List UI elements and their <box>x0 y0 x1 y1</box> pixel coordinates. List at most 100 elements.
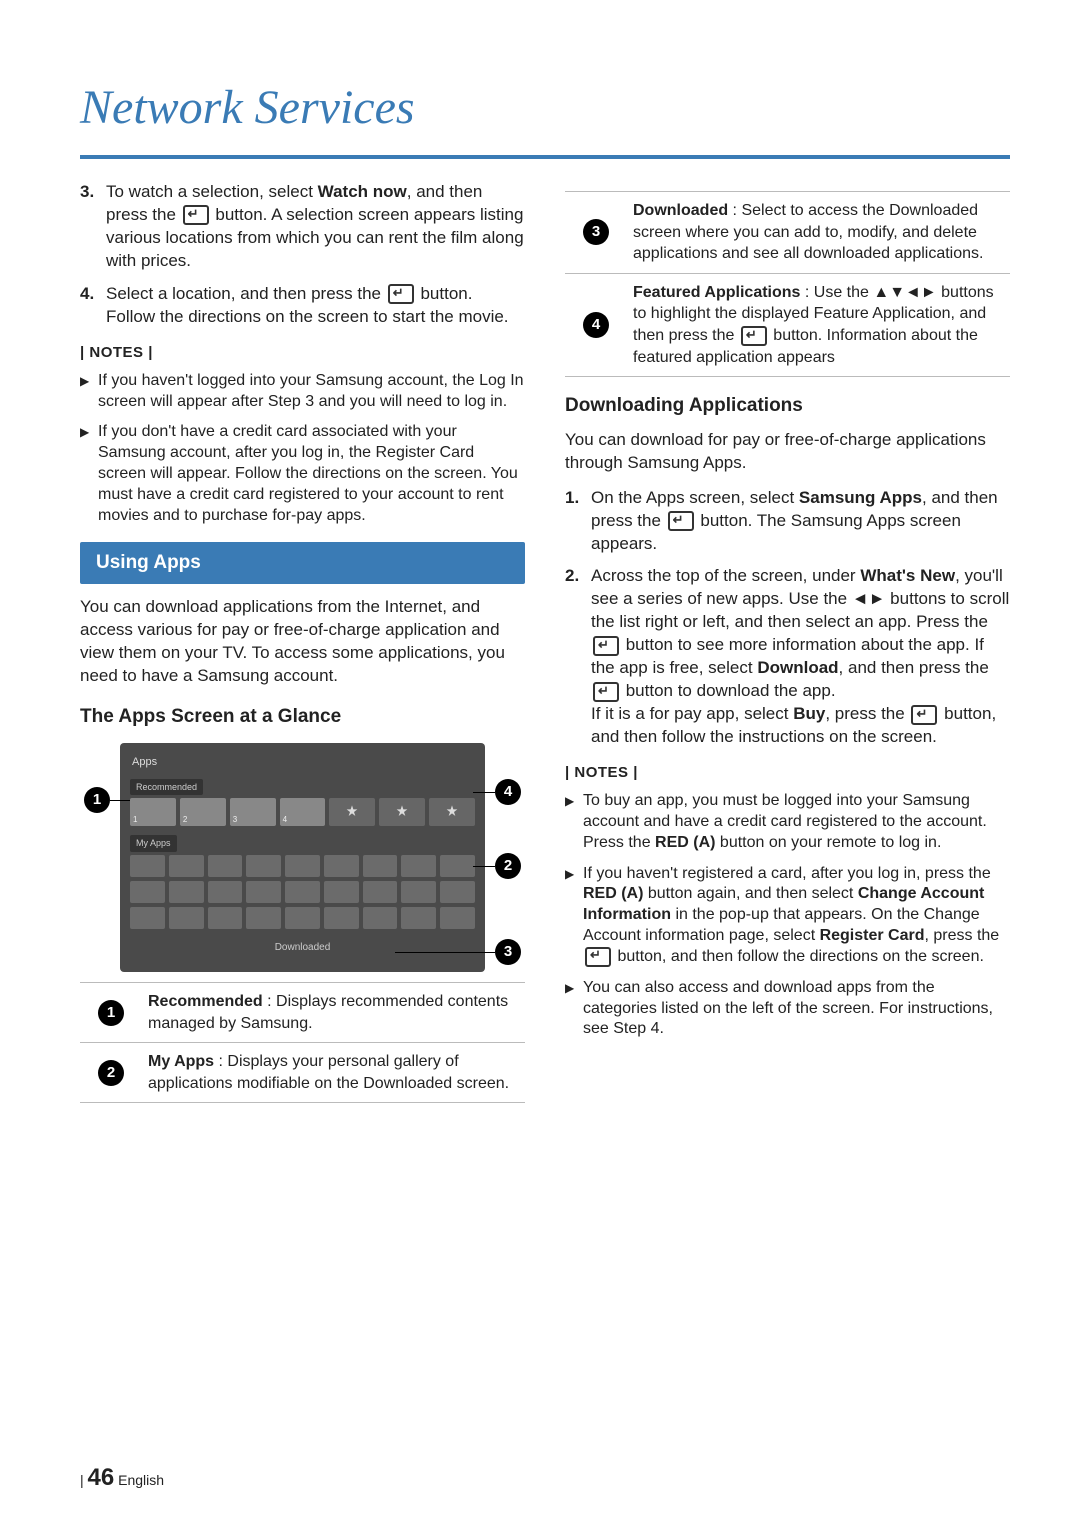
text-bold: Download <box>757 658 838 677</box>
table-row: 2 My Apps : Displays your personal galle… <box>80 1043 525 1103</box>
app-tile <box>324 881 359 903</box>
app-tile <box>169 881 204 903</box>
rec-tile <box>230 798 276 826</box>
callout-num-1: 1 <box>98 1000 124 1026</box>
scr-myapps-pill: My Apps <box>130 835 177 851</box>
left-column: 3. To watch a selection, select Watch no… <box>80 181 525 1103</box>
text: , press the <box>825 704 909 723</box>
note-item: ▶ If you haven't logged into your Samsun… <box>80 371 525 413</box>
leader-line <box>110 800 130 801</box>
callout-table-left: 1 Recommended : Displays recommended con… <box>80 982 525 1103</box>
enter-icon <box>668 511 694 531</box>
note-item: ▶ You can also access and download apps … <box>565 978 1010 1040</box>
note-text: If you haven't logged into your Samsung … <box>98 371 525 413</box>
notes-heading: | NOTES | <box>80 343 525 363</box>
myapps-row <box>130 881 475 903</box>
enter-icon <box>183 205 209 225</box>
enter-icon <box>388 284 414 304</box>
text: If you haven't registered a card, after … <box>583 865 991 882</box>
using-apps-body: You can download applications from the I… <box>80 596 525 688</box>
note-item: ▶ If you haven't registered a card, afte… <box>565 864 1010 968</box>
text-bold: Buy <box>793 704 825 723</box>
footer-lang: English <box>118 1472 164 1488</box>
caret-right-icon: ▶ <box>565 791 583 853</box>
text: , and then press the <box>839 658 989 677</box>
callout-label: Recommended <box>148 993 263 1010</box>
text-bold: Watch now <box>318 182 407 201</box>
apps-screen-figure: Apps Recommended My Apps <box>80 743 525 972</box>
text-bold: What's New <box>860 566 955 585</box>
apps-screen-mock: Apps Recommended My Apps <box>120 743 485 972</box>
app-tile <box>246 855 281 877</box>
featured-tile <box>379 798 425 826</box>
caret-right-icon: ▶ <box>80 422 98 526</box>
downloading-heading: Downloading Applications <box>565 393 1010 419</box>
text: button to download the app. <box>621 681 836 700</box>
enter-icon <box>593 636 619 656</box>
enter-icon <box>741 326 767 346</box>
myapps-row <box>130 907 475 929</box>
app-tile <box>246 907 281 929</box>
text: On the Apps screen, select <box>591 488 799 507</box>
app-tile <box>440 881 475 903</box>
text: If it is a for pay app, select <box>591 704 793 723</box>
right-column: 3 Downloaded : Select to access the Down… <box>565 181 1010 1103</box>
manual-page: Network Services 3. To watch a selection… <box>0 0 1080 1532</box>
note-item: ▶ To buy an app, you must be logged into… <box>565 791 1010 853</box>
caret-right-icon: ▶ <box>80 371 98 413</box>
glance-heading: The Apps Screen at a Glance <box>80 704 525 730</box>
note-text: If you haven't registered a card, after … <box>583 864 1010 968</box>
note-text: To buy an app, you must be logged into y… <box>583 791 1010 853</box>
app-tile <box>130 881 165 903</box>
app-tile <box>169 907 204 929</box>
callout-num-3: 3 <box>583 219 609 245</box>
note-text: If you don't have a credit card associat… <box>98 422 525 526</box>
page-number: 46 <box>88 1464 115 1491</box>
callout-pin-3: 3 <box>495 939 521 965</box>
rec-tile <box>180 798 226 826</box>
step-3: 3. To watch a selection, select Watch no… <box>80 181 525 273</box>
app-tile <box>130 855 165 877</box>
text: button on your remote to log in. <box>715 834 941 851</box>
dl-step-2: 2. Across the top of the screen, under W… <box>565 565 1010 749</box>
callout-num-4: 4 <box>583 312 609 338</box>
featured-tile <box>429 798 475 826</box>
text-bold: RED (A) <box>655 834 715 851</box>
app-tile <box>401 855 436 877</box>
text-bold: RED (A) <box>583 885 643 902</box>
callout-pin-2: 2 <box>495 853 521 879</box>
leader-line <box>473 792 495 793</box>
table-row: 3 Downloaded : Select to access the Down… <box>565 192 1010 274</box>
text: button, and then follow the directions o… <box>613 948 984 965</box>
text: Across the top of the screen, under <box>591 566 860 585</box>
app-tile <box>285 855 320 877</box>
callout-num-2: 2 <box>98 1060 124 1086</box>
app-tile <box>363 855 398 877</box>
myapps-row <box>130 855 475 877</box>
dl-step-1: 1. On the Apps screen, select Samsung Ap… <box>565 487 1010 556</box>
text: button again, and then select <box>643 885 857 902</box>
page-footer: | 46 English <box>80 1464 164 1492</box>
app-tile <box>324 907 359 929</box>
callout-label: My Apps <box>148 1053 214 1070</box>
app-tile <box>208 881 243 903</box>
enter-icon <box>911 705 937 725</box>
recommended-row <box>130 798 475 826</box>
app-tile <box>130 907 165 929</box>
app-tile <box>440 855 475 877</box>
callout-table-right: 3 Downloaded : Select to access the Down… <box>565 191 1010 377</box>
accent-rule <box>80 155 1010 159</box>
using-apps-heading: Using Apps <box>80 542 525 584</box>
rec-tile <box>130 798 176 826</box>
scr-title: Apps <box>132 755 475 770</box>
app-tile <box>363 907 398 929</box>
app-tile <box>401 907 436 929</box>
featured-tile <box>329 798 375 826</box>
app-tile <box>285 881 320 903</box>
app-tile <box>285 907 320 929</box>
app-tile <box>440 907 475 929</box>
app-tile <box>401 881 436 903</box>
caret-right-icon: ▶ <box>565 978 583 1040</box>
app-tile <box>208 855 243 877</box>
step-4: 4. Select a location, and then press the… <box>80 283 525 329</box>
